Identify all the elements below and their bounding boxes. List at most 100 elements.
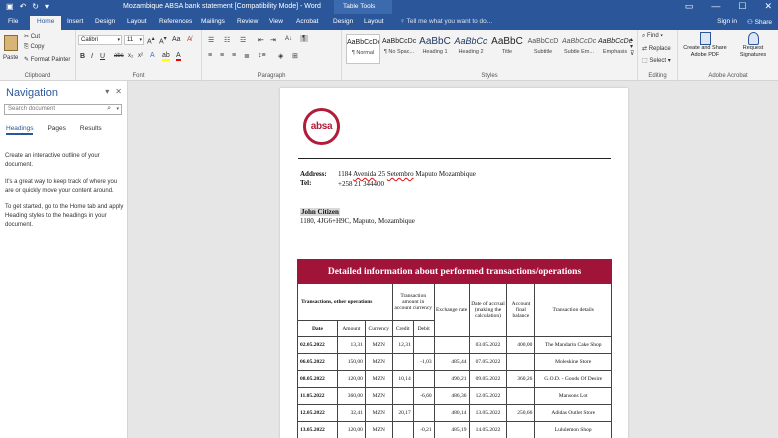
tab-headings[interactable]: Headings bbox=[6, 125, 34, 135]
tab-design[interactable]: Design bbox=[95, 18, 115, 25]
redo-icon[interactable]: ↻ bbox=[32, 2, 39, 11]
undo-icon[interactable]: ↶ bbox=[20, 2, 27, 11]
address-label: Address: bbox=[300, 170, 327, 178]
line-spacing-icon[interactable]: ↕≡ bbox=[258, 52, 266, 59]
copy-button[interactable]: ⎘ Copy bbox=[24, 44, 44, 51]
cell-final-balance: 360,26 bbox=[506, 370, 536, 388]
customize-qat-icon[interactable]: ▾ bbox=[45, 2, 49, 11]
tab-insert[interactable]: Insert bbox=[67, 18, 83, 25]
cell-accrual-date: 07.05.2022 bbox=[468, 353, 508, 371]
search-icon[interactable]: ⌕ bbox=[107, 105, 111, 113]
change-case-icon[interactable]: Aa bbox=[172, 36, 181, 43]
close-pane-icon[interactable]: ✕ bbox=[115, 87, 122, 96]
grow-font-icon[interactable]: A▴ bbox=[147, 36, 155, 45]
transactions-table[interactable]: Detailed information about performed tra… bbox=[297, 259, 612, 438]
clipboard-label: Clipboard bbox=[24, 73, 51, 79]
align-left-icon[interactable]: ≡ bbox=[208, 52, 212, 59]
highlight-icon[interactable]: ab bbox=[162, 52, 170, 61]
request-signatures-button[interactable]: Request Signatures bbox=[732, 32, 774, 68]
shrink-font-icon[interactable]: A▾ bbox=[159, 36, 167, 45]
strikethrough-icon[interactable]: abc bbox=[114, 53, 124, 59]
tab-review[interactable]: Review bbox=[237, 18, 258, 25]
font-color-icon[interactable]: A bbox=[176, 52, 181, 61]
justify-icon[interactable]: ≣ bbox=[244, 52, 250, 60]
save-icon[interactable]: ▣ bbox=[6, 2, 14, 11]
table-row[interactable]: 13.05.2022 120,00 MZN -0,21 485,19 14.05.2022… bbox=[297, 421, 612, 438]
share-button[interactable]: ⚇ Share bbox=[747, 18, 772, 26]
pane-options-icon[interactable]: ▾ bbox=[105, 87, 109, 96]
select-button[interactable]: ⬚ Select ▾ bbox=[642, 57, 671, 64]
cut-button[interactable]: ✂ Cut bbox=[24, 33, 40, 40]
create-share-pdf-button[interactable]: Create and Share Adobe PDF bbox=[680, 32, 730, 68]
font-name-select[interactable]: Calibri ▾ bbox=[78, 35, 122, 45]
text-effects-icon[interactable]: A bbox=[150, 52, 155, 59]
cell-debit bbox=[412, 404, 435, 422]
nav-help-text-1: Create an interactive outline of your do… bbox=[5, 153, 100, 168]
bullets-icon[interactable]: ☰ bbox=[208, 36, 214, 44]
document-page[interactable]: absa Address: 1184 Avenida 25 Setembro M… bbox=[280, 88, 628, 438]
cell-amount: 32,41 bbox=[336, 404, 366, 422]
show-marks-icon[interactable]: ¶ bbox=[300, 35, 308, 42]
increase-indent-icon[interactable]: ⇥ bbox=[270, 36, 276, 44]
tab-mailings[interactable]: Mailings bbox=[201, 18, 225, 25]
tab-layout[interactable]: Layout bbox=[127, 18, 147, 25]
table-row[interactable]: 12.05.2022 32,41 MZN 20,17 480,14 13.05.2022 2… bbox=[297, 404, 612, 422]
tab-table-layout[interactable]: Layout bbox=[364, 18, 384, 25]
table-row[interactable]: 02.05.2022 13,31 MZN 12,31 03.05.2022 400,00 T… bbox=[297, 336, 612, 354]
table-row[interactable]: 06.05.2022 150,00 MZN -1,03 485,44 07.05.2022… bbox=[297, 353, 612, 371]
subscript-icon[interactable]: x₂ bbox=[128, 53, 133, 59]
paste-button[interactable]: Paste bbox=[3, 33, 19, 65]
bold-icon[interactable]: B bbox=[80, 53, 85, 60]
close-icon[interactable]: ✕ bbox=[764, 1, 772, 12]
styles-more-icon[interactable]: ▴ ▾ ⊽ bbox=[630, 36, 634, 57]
style-no-spacing[interactable]: AaBbCcDc ¶ No Spac... bbox=[382, 34, 416, 64]
ribbon-display-icon[interactable]: ▭ bbox=[685, 1, 694, 12]
tab-table-design[interactable]: Design bbox=[333, 18, 353, 25]
tab-view[interactable]: View bbox=[269, 18, 283, 25]
sort-icon[interactable]: A↓ bbox=[285, 36, 292, 42]
tab-acrobat[interactable]: Acrobat bbox=[296, 18, 318, 25]
clear-formatting-icon[interactable]: A̸ bbox=[187, 36, 192, 43]
style-subtle-emphasis[interactable]: AaBbCcDc Subtle Em... bbox=[562, 34, 596, 64]
style-title[interactable]: AaBbC Title bbox=[490, 34, 524, 64]
underline-icon[interactable]: U bbox=[100, 53, 105, 60]
tell-me-box[interactable]: ♀ Tell me what you want to do... bbox=[400, 18, 492, 25]
font-size-select[interactable]: 11 ▾ bbox=[124, 35, 144, 45]
editing-label: Editing bbox=[648, 73, 667, 79]
table-row[interactable]: 08.05.2022 120,00 MZN 10,14 490,21 09.05.2022… bbox=[297, 370, 612, 388]
style-emphasis[interactable]: AaBbCcDc Emphasis bbox=[598, 34, 632, 64]
find-button[interactable]: ⌕ Find ▾ bbox=[642, 33, 663, 40]
shading-icon[interactable]: ◈ bbox=[278, 52, 283, 60]
align-center-icon[interactable]: ≡ bbox=[220, 52, 224, 59]
document-area[interactable]: absa Address: 1184 Avenida 25 Setembro M… bbox=[129, 81, 778, 438]
copy-label: Copy bbox=[30, 44, 45, 50]
numbering-icon[interactable]: ☷ bbox=[224, 36, 230, 44]
sign-in-link[interactable]: Sign in bbox=[717, 18, 737, 26]
style-subtitle[interactable]: AaBbCcD Subtitle bbox=[526, 34, 560, 64]
tab-results[interactable]: Results bbox=[80, 125, 102, 135]
cell-accrual-date: 12.05.2022 bbox=[468, 387, 508, 405]
italic-icon[interactable]: I bbox=[91, 53, 93, 60]
tab-file[interactable]: File bbox=[8, 18, 18, 25]
minimize-icon[interactable]: — bbox=[711, 1, 720, 12]
font-size-value: 11 bbox=[127, 37, 134, 43]
style-heading-2[interactable]: AaBbCc Heading 2 bbox=[454, 34, 488, 64]
table-row[interactable]: 11.05.2022 360,00 MZN -6,60 486,36 12.05.2022… bbox=[297, 387, 612, 405]
decrease-indent-icon[interactable]: ⇤ bbox=[258, 36, 264, 44]
format-painter-button[interactable]: ✎ Format Painter bbox=[24, 56, 70, 63]
maximize-icon[interactable]: ☐ bbox=[738, 1, 746, 12]
superscript-icon[interactable]: x² bbox=[138, 53, 143, 59]
align-right-icon[interactable]: ≡ bbox=[232, 52, 236, 59]
tab-references[interactable]: References bbox=[159, 18, 192, 25]
tab-home[interactable]: Home bbox=[30, 16, 62, 30]
style-heading-1[interactable]: AaBbC Heading 1 bbox=[418, 34, 452, 64]
tab-pages[interactable]: Pages bbox=[47, 125, 65, 135]
borders-icon[interactable]: ⊞ bbox=[292, 52, 298, 60]
style-normal[interactable]: AaBbCcDc ¶ Normal bbox=[346, 34, 380, 64]
cell-exchange-rate bbox=[433, 336, 470, 354]
search-options-icon[interactable]: ▾ bbox=[116, 106, 119, 112]
replace-button[interactable]: ⇄ Replace bbox=[642, 45, 671, 52]
multilevel-list-icon[interactable]: ☲ bbox=[240, 36, 246, 44]
search-document-input[interactable]: Search document ⌕ ▾ bbox=[4, 104, 122, 115]
nav-help-text-2: It's a great way to keep track of where … bbox=[5, 179, 118, 194]
